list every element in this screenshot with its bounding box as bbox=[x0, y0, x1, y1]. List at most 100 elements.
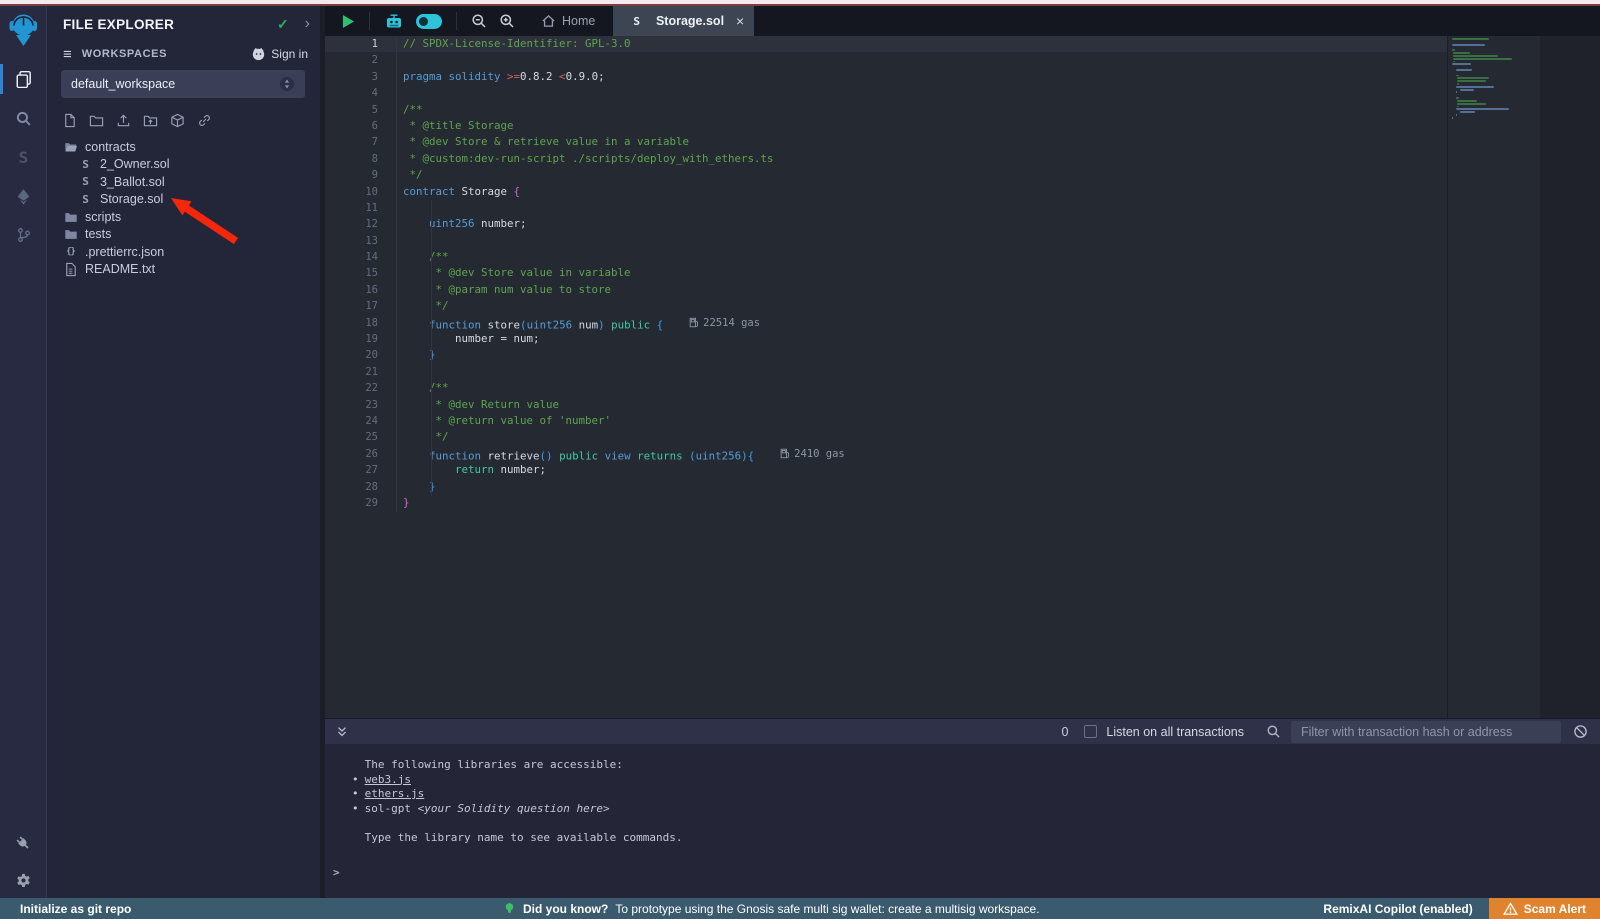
file-explorer-header: FILE EXPLORER ✓ › bbox=[63, 13, 310, 35]
box-icon[interactable] bbox=[169, 112, 186, 129]
code-line-17[interactable]: 17 */ bbox=[325, 298, 1600, 314]
code-line-22[interactable]: 22 /** bbox=[325, 380, 1600, 396]
line-number: 14 bbox=[325, 249, 396, 265]
line-number: 23 bbox=[325, 397, 396, 413]
upload-file-icon[interactable] bbox=[115, 112, 132, 129]
code-line-5[interactable]: 5/** bbox=[325, 102, 1600, 118]
sidebar-item-search[interactable] bbox=[0, 101, 47, 135]
sidebar-item-solidity-compiler[interactable]: S bbox=[0, 140, 47, 174]
zoom-out-button[interactable] bbox=[471, 13, 487, 29]
remix-logo-icon[interactable] bbox=[7, 12, 40, 48]
git-init-button[interactable]: Initialize as git repo bbox=[20, 898, 131, 919]
code-line-25[interactable]: 25 */ bbox=[325, 429, 1600, 445]
upload-folder-icon[interactable] bbox=[142, 112, 159, 129]
copilot-toggle[interactable] bbox=[416, 14, 442, 29]
clear-console-button[interactable] bbox=[1573, 724, 1588, 739]
terminal-line: •Type the library name to see available … bbox=[352, 831, 683, 846]
code-line-4[interactable]: 4 bbox=[325, 85, 1600, 101]
transaction-filter-input[interactable] bbox=[1291, 721, 1561, 743]
code-lines: 1// SPDX-License-Identifier: GPL-3.023pr… bbox=[325, 36, 1600, 511]
tab-storage-sol[interactable]: S Storage.sol × bbox=[613, 6, 754, 36]
code-editor[interactable]: 1// SPDX-License-Identifier: GPL-3.023pr… bbox=[325, 36, 1600, 718]
code-line-19[interactable]: 19 number = num; bbox=[325, 331, 1600, 347]
sidebar-item-git[interactable] bbox=[0, 218, 47, 252]
code-line-28[interactable]: 28 } bbox=[325, 479, 1600, 495]
collapse-terminal-button[interactable] bbox=[335, 724, 349, 739]
code-line-8[interactable]: 8 * @custom:dev-run-script ./scripts/dep… bbox=[325, 151, 1600, 167]
status-bar: Initialize as git repo Did you know? To … bbox=[0, 898, 1600, 919]
close-tab-icon[interactable]: × bbox=[736, 13, 744, 29]
code-line-6[interactable]: 6 * @title Storage bbox=[325, 118, 1600, 134]
file-tree-item-2-owner-sol[interactable]: S2_Owner.sol bbox=[47, 156, 320, 174]
workspaces-menu-icon[interactable]: ≡ bbox=[63, 46, 72, 63]
line-number: 19 bbox=[325, 331, 396, 347]
tab-home[interactable]: Home bbox=[531, 6, 605, 36]
terminal-output[interactable]: •The following libraries are accessible:… bbox=[325, 744, 1600, 898]
code-line-10[interactable]: 10contract Storage { bbox=[325, 184, 1600, 200]
link-icon[interactable] bbox=[196, 112, 213, 129]
chevron-right-icon[interactable]: › bbox=[305, 15, 310, 33]
code-line-18[interactable]: 18 function store(uint256 num) public {2… bbox=[325, 315, 1600, 331]
new-file-icon[interactable] bbox=[61, 112, 78, 129]
sidebar-item-deploy-run[interactable] bbox=[0, 179, 47, 213]
copilot-status[interactable]: RemixAI Copilot (enabled) bbox=[1323, 902, 1472, 916]
file-tree-item-contracts[interactable]: contracts bbox=[47, 138, 320, 156]
transaction-count: 0 bbox=[1061, 725, 1068, 739]
code-line-23[interactable]: 23 * @dev Return value bbox=[325, 397, 1600, 413]
line-number: 10 bbox=[325, 184, 396, 200]
sort-updown-icon bbox=[279, 76, 295, 92]
solidity-icon: S bbox=[78, 192, 93, 207]
file-tree-item-tests[interactable]: tests bbox=[47, 226, 320, 244]
check-icon[interactable]: ✓ bbox=[277, 16, 289, 33]
code-line-26[interactable]: 26 function retrieve() public view retur… bbox=[325, 446, 1600, 462]
sign-in-button[interactable]: Sign in bbox=[251, 47, 308, 61]
minimap[interactable] bbox=[1452, 38, 1538, 120]
code-line-11[interactable]: 11 bbox=[325, 200, 1600, 216]
sidebar-item-settings[interactable] bbox=[0, 862, 47, 896]
code-line-29[interactable]: 29} bbox=[325, 495, 1600, 511]
code-line-14[interactable]: 14 /** bbox=[325, 249, 1600, 265]
line-number: 18 bbox=[325, 315, 396, 331]
code-text: * @return value of 'number' bbox=[396, 413, 611, 429]
code-line-24[interactable]: 24 * @return value of 'number' bbox=[325, 413, 1600, 429]
workspaces-row: ≡ WORKSPACES Sign in bbox=[63, 44, 308, 64]
line-number: 21 bbox=[325, 364, 396, 380]
terminal-link[interactable]: web3.js bbox=[365, 773, 411, 786]
file-tree-item-3-ballot-sol[interactable]: S3_Ballot.sol bbox=[47, 173, 320, 191]
code-text: * @custom:dev-run-script ./scripts/deplo… bbox=[396, 151, 774, 167]
code-text bbox=[396, 364, 403, 380]
zoom-in-button[interactable] bbox=[499, 13, 515, 29]
file-tree-item--prettierrc-json[interactable]: {}.prettierrc.json bbox=[47, 243, 320, 261]
code-line-9[interactable]: 9 */ bbox=[325, 167, 1600, 183]
code-line-7[interactable]: 7 * @dev Store & retrieve value in a var… bbox=[325, 134, 1600, 150]
code-line-16[interactable]: 16 * @param num value to store bbox=[325, 282, 1600, 298]
listen-all-transactions-checkbox[interactable] bbox=[1084, 725, 1097, 738]
run-script-button[interactable] bbox=[342, 14, 355, 29]
code-line-13[interactable]: 13 bbox=[325, 233, 1600, 249]
terminal-lines: •The following libraries are accessible:… bbox=[352, 758, 683, 846]
sidebar-item-plugin-manager[interactable] bbox=[0, 826, 47, 860]
double-chevron-down-icon bbox=[335, 724, 349, 739]
ai-assistant-button[interactable] bbox=[384, 13, 404, 30]
line-number: 6 bbox=[325, 118, 396, 134]
code-line-3[interactable]: 3pragma solidity >=0.8.2 <0.9.0; bbox=[325, 69, 1600, 85]
terminal-link[interactable]: ethers.js bbox=[365, 787, 425, 800]
new-folder-icon[interactable] bbox=[88, 112, 105, 129]
code-line-12[interactable]: 12 uint256 number; bbox=[325, 216, 1600, 232]
tab-label: Storage.sol bbox=[656, 14, 724, 28]
code-line-20[interactable]: 20 } bbox=[325, 347, 1600, 363]
code-line-27[interactable]: 27 return number; bbox=[325, 462, 1600, 478]
sidebar-item-file-explorer[interactable] bbox=[0, 62, 47, 96]
file-tree-item-storage-sol[interactable]: SStorage.sol bbox=[47, 191, 320, 209]
code-line-21[interactable]: 21 bbox=[325, 364, 1600, 380]
file-tree-item-scripts[interactable]: scripts bbox=[47, 208, 320, 226]
workspace-selector[interactable]: default_workspace bbox=[61, 70, 305, 98]
terminal-prompt[interactable]: > bbox=[333, 866, 340, 879]
line-number: 16 bbox=[325, 282, 396, 298]
code-line-15[interactable]: 15 * @dev Store value in variable bbox=[325, 265, 1600, 281]
terminal-search-button[interactable] bbox=[1266, 724, 1281, 739]
file-tree-item-readme-txt[interactable]: README.txt bbox=[47, 261, 320, 279]
code-line-2[interactable]: 2 bbox=[325, 52, 1600, 68]
scam-alert-badge[interactable]: Scam Alert bbox=[1489, 898, 1600, 919]
code-line-1[interactable]: 1// SPDX-License-Identifier: GPL-3.0 bbox=[325, 36, 1600, 52]
